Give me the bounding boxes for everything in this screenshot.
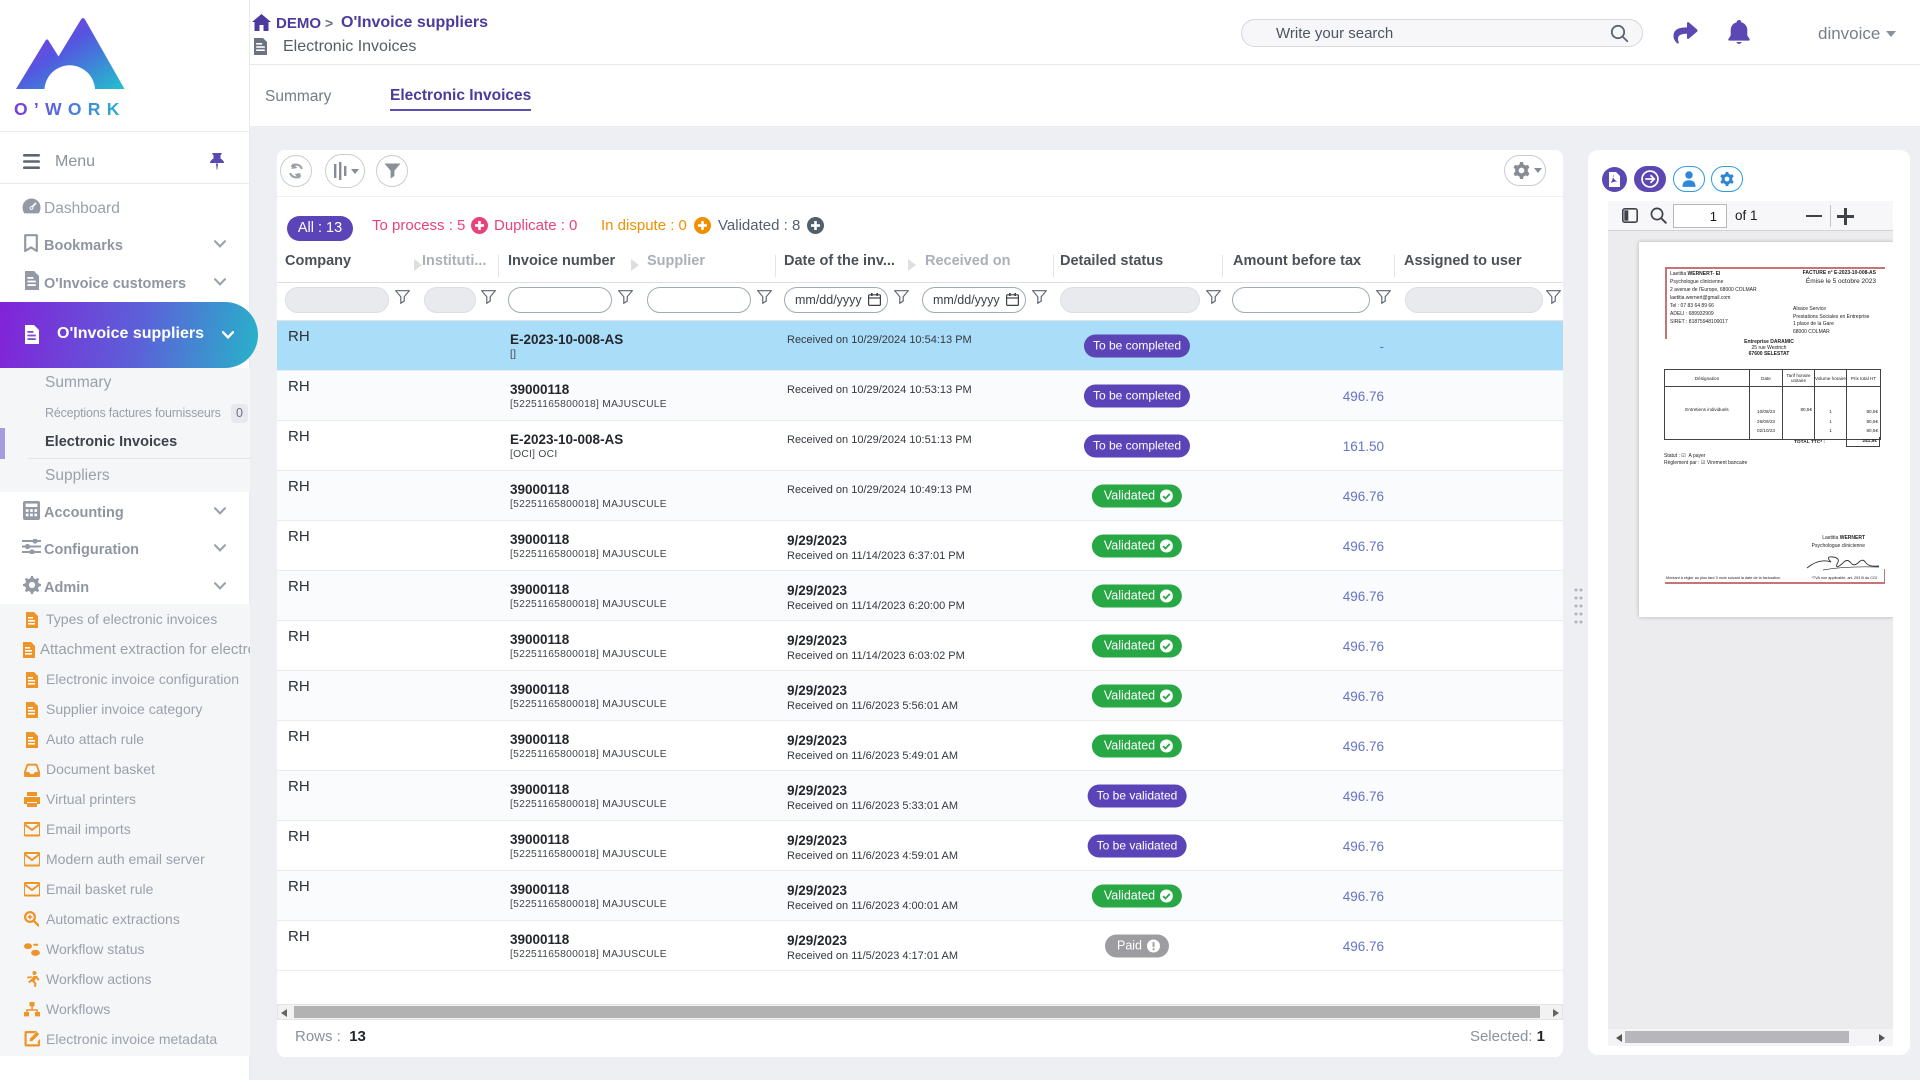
- svg-text:O’WORK: O’WORK: [14, 99, 126, 119]
